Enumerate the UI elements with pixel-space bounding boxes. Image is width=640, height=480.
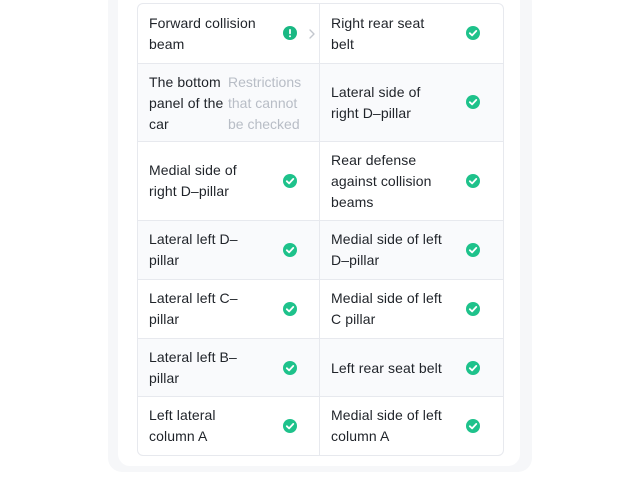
check-circle-icon bbox=[466, 419, 480, 433]
check-item-lateral-right-d-pillar: Lateral side of right D–pillar bbox=[320, 64, 502, 141]
exclamation-circle-icon bbox=[283, 26, 297, 40]
inspection-grid: Forward collision beam Right rear seat b… bbox=[137, 3, 504, 456]
check-item-label: Medial side of left D–pillar bbox=[331, 231, 442, 268]
check-circle-icon bbox=[283, 302, 297, 316]
check-item-label: Lateral left D–pillar bbox=[149, 231, 238, 268]
check-circle-icon bbox=[466, 26, 480, 40]
check-item-label: Lateral left B–pillar bbox=[149, 349, 237, 386]
check-row: Lateral left B–pillar Left rear seat bel… bbox=[138, 339, 503, 397]
check-item-right-rear-seat-belt: Right rear seat belt bbox=[320, 4, 502, 63]
check-item-medial-left-d-pillar: Medial side of left D–pillar bbox=[320, 221, 502, 279]
check-circle-icon bbox=[283, 361, 297, 375]
check-item-left-rear-seat-belt: Left rear seat belt bbox=[320, 339, 502, 396]
check-circle-icon bbox=[283, 243, 297, 257]
check-item-label: Left rear seat belt bbox=[331, 360, 442, 376]
check-item-label: Medial side of left column A bbox=[331, 407, 442, 444]
check-row: Left lateral column A Medial side of lef… bbox=[138, 397, 503, 455]
check-circle-icon bbox=[466, 174, 480, 188]
check-item-label: Medial side of left C pillar bbox=[331, 290, 442, 327]
check-item-bottom-panel: The bottom panel of the car Restrictions… bbox=[138, 64, 320, 141]
check-item-label: Lateral side of right D–pillar bbox=[331, 84, 421, 121]
check-row: Medial side of right D–pillar Rear defen… bbox=[138, 142, 503, 221]
check-item-label: Lateral left C–pillar bbox=[149, 290, 238, 327]
check-item-forward-collision-beam[interactable]: Forward collision beam bbox=[138, 4, 320, 63]
check-item-label: The bottom panel of the car bbox=[149, 74, 224, 132]
check-item-lateral-left-d-pillar: Lateral left D–pillar bbox=[138, 221, 320, 279]
check-item-label: Right rear seat belt bbox=[331, 15, 425, 52]
check-item-lateral-left-c-pillar: Lateral left C–pillar bbox=[138, 280, 320, 338]
check-item-medial-right-d-pillar: Medial side of right D–pillar bbox=[138, 142, 320, 220]
check-circle-icon bbox=[466, 95, 480, 109]
check-item-rear-defense-beams: Rear defense against collision beams bbox=[320, 142, 502, 220]
chevron-right-icon[interactable] bbox=[308, 27, 316, 39]
check-row: The bottom panel of the car Restrictions… bbox=[138, 64, 503, 142]
check-circle-icon bbox=[466, 302, 480, 316]
check-item-label: Medial side of right D–pillar bbox=[149, 162, 237, 199]
check-circle-icon bbox=[466, 361, 480, 375]
check-item-medial-left-column-a: Medial side of left column A bbox=[320, 397, 502, 455]
check-item-lateral-left-b-pillar: Lateral left B–pillar bbox=[138, 339, 320, 396]
check-row: Forward collision beam Right rear seat b… bbox=[138, 4, 503, 64]
check-item-medial-left-c-pillar: Medial side of left C pillar bbox=[320, 280, 502, 338]
inspection-page: Forward collision beam Right rear seat b… bbox=[0, 0, 640, 480]
check-row: Lateral left C–pillar Medial side of lef… bbox=[138, 280, 503, 339]
check-circle-icon bbox=[283, 174, 297, 188]
status-restriction-text: Restrictions that cannot be checked bbox=[228, 74, 302, 132]
check-item-left-lateral-column-a: Left lateral column A bbox=[138, 397, 320, 455]
check-circle-icon bbox=[283, 419, 297, 433]
check-circle-icon bbox=[466, 243, 480, 257]
check-item-label: Rear defense against collision beams bbox=[331, 152, 432, 210]
check-item-label: Forward collision beam bbox=[149, 15, 256, 52]
check-row: Lateral left D–pillar Medial side of lef… bbox=[138, 221, 503, 280]
check-item-label: Left lateral column A bbox=[149, 407, 216, 444]
